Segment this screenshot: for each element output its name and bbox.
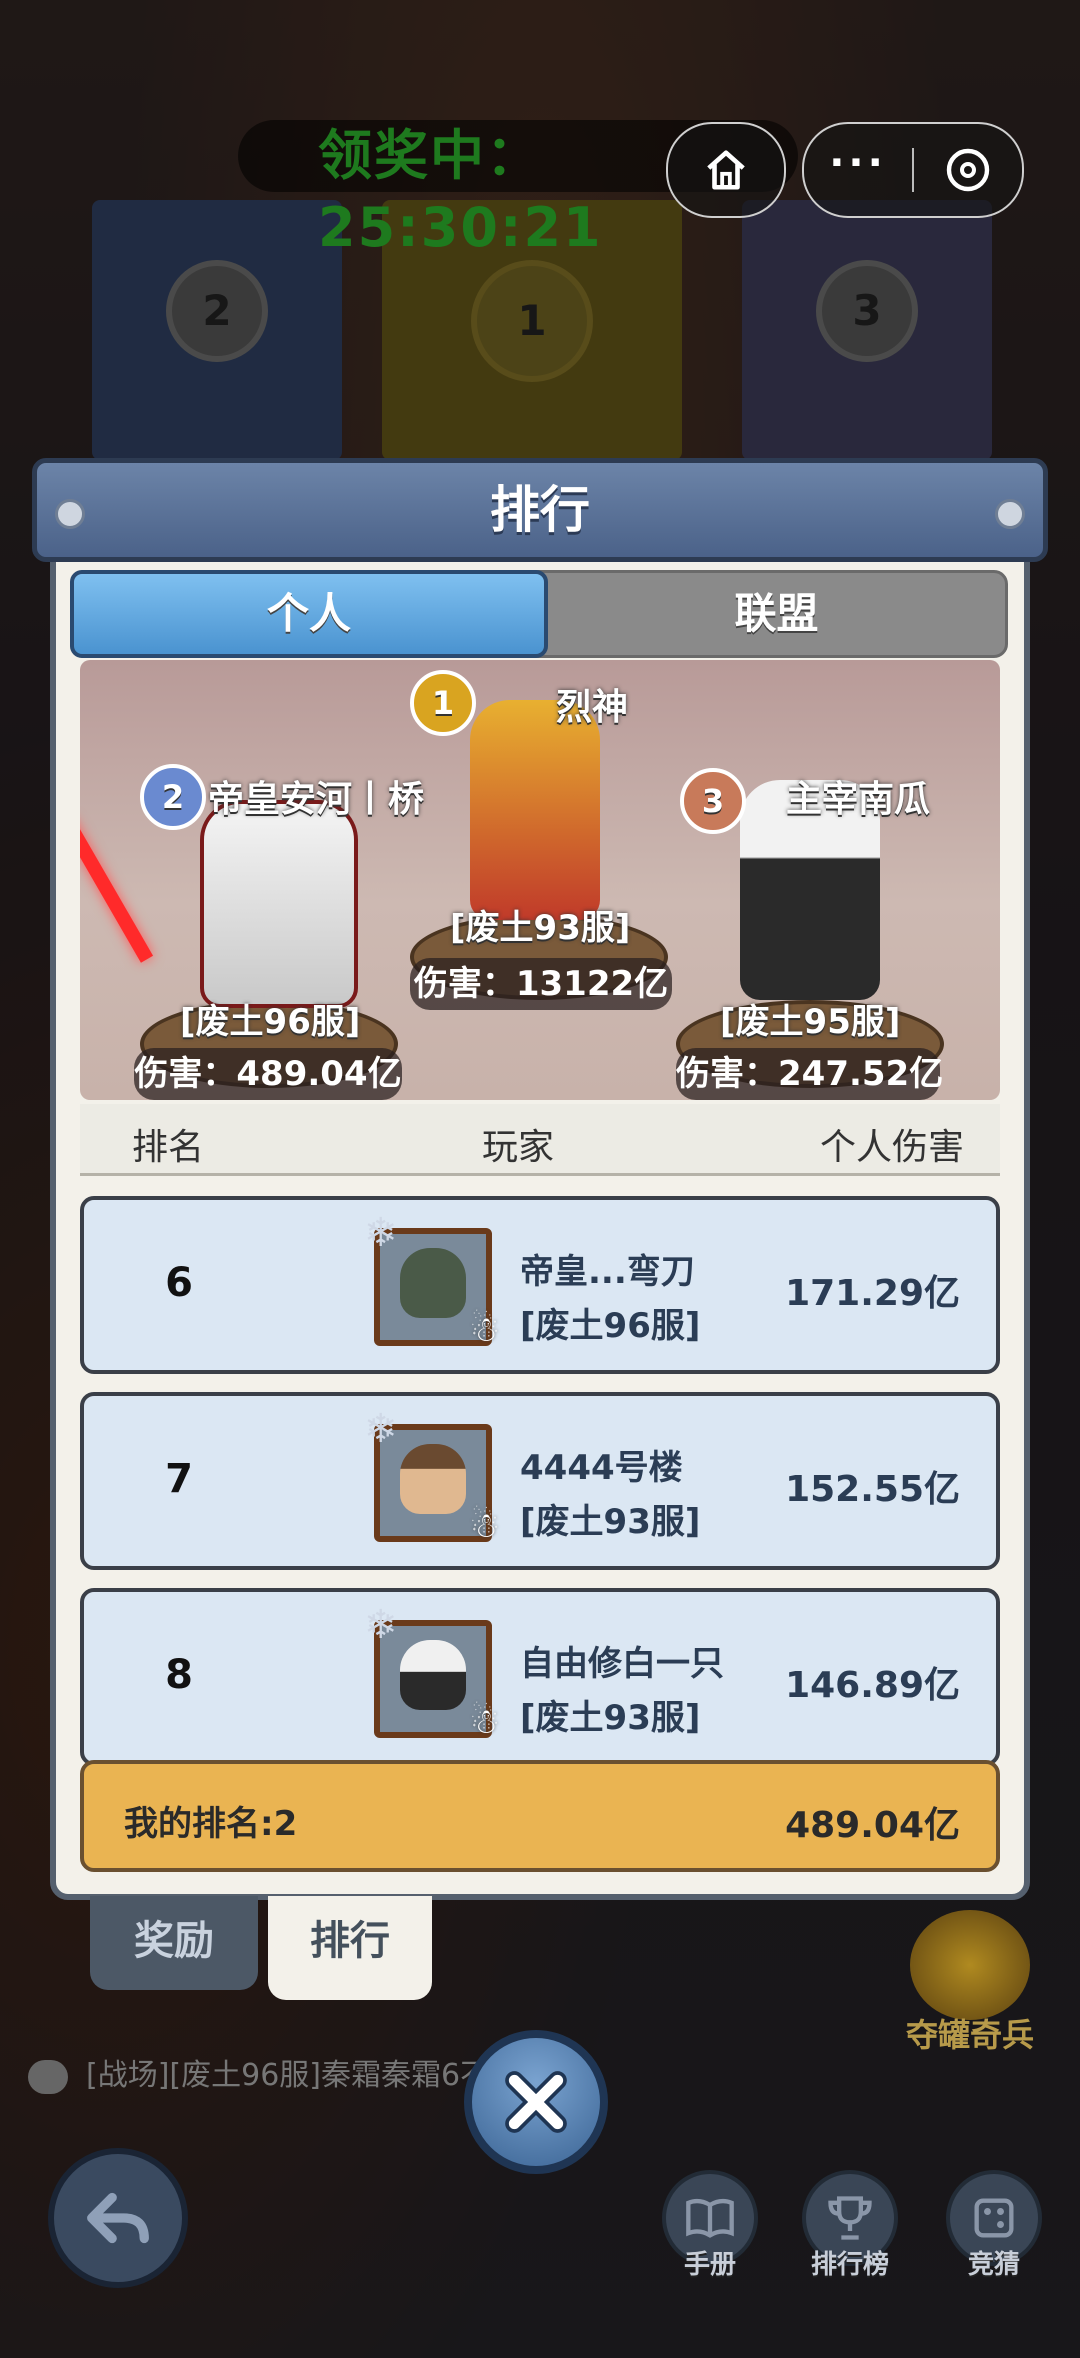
nav-manual-label: 手册 xyxy=(683,2250,736,2280)
row-damage: 152.55亿 xyxy=(785,1469,960,1510)
row-player-name: 帝皇...弯刀 xyxy=(520,1252,695,1292)
nav-leaderboard-label: 排行榜 xyxy=(810,2250,889,2280)
tab-ranking[interactable]: 排行 xyxy=(268,1896,432,2000)
avatar[interactable]: ❄ ☃ xyxy=(364,1406,500,1546)
side-promo[interactable]: 夺罐奇兵 xyxy=(890,1910,1050,2056)
table-header: 排名 玩家 个人伤害 xyxy=(80,1104,1000,1176)
more-options-button[interactable]: ··· xyxy=(804,143,912,183)
row-rank: 7 xyxy=(165,1456,193,1502)
podium-damage-3: 伤害：247.52亿 xyxy=(676,1048,943,1100)
podium-server-3: [废土95服] xyxy=(720,1002,901,1042)
close-button[interactable] xyxy=(464,2030,608,2174)
my-rank-damage: 489.04亿 xyxy=(785,1805,960,1846)
rivet-left xyxy=(55,499,85,529)
chat-bubble-icon xyxy=(28,2059,68,2094)
back-arrow-icon xyxy=(87,2192,149,2244)
row-player-server: [废土93服] xyxy=(520,1698,701,1738)
promo-label: 夺罐奇兵 xyxy=(905,2016,1034,2054)
nav-guess[interactable]: 竞猜 xyxy=(944,2170,1044,2280)
avatar[interactable]: ❄ ☃ xyxy=(364,1602,500,1742)
ranking-list[interactable]: 6 ❄ ☃ 帝皇...弯刀 [废土96服] 171.29亿 7 ❄ ☃ 4444… xyxy=(80,1196,1000,1766)
ranking-tabs: 个人 联盟 xyxy=(70,570,1008,658)
table-row[interactable]: 6 ❄ ☃ 帝皇...弯刀 [废土96服] 171.29亿 xyxy=(80,1196,1000,1374)
back-button[interactable] xyxy=(48,2148,188,2288)
table-row[interactable]: 8 ❄ ☃ 自由修白一只 [废土93服] 146.89亿 xyxy=(80,1588,1000,1766)
podium-name-1: 烈神 xyxy=(556,687,629,728)
tab-personal[interactable]: 个人 xyxy=(70,570,548,658)
podium-damage-1: 伤害：13122亿 xyxy=(410,958,672,1010)
promo-jar-icon xyxy=(910,1910,1030,2020)
my-rank-bar: 我的排名:2 489.04亿 xyxy=(80,1760,1000,1872)
close-icon xyxy=(505,2071,567,2133)
rank-badge-1: 1 xyxy=(410,670,476,736)
header-rank: 排名 xyxy=(132,1127,205,1168)
podium-server-2: [废土96服] xyxy=(180,1002,361,1042)
rank-badge-3: 3 xyxy=(680,768,746,834)
avatar-face xyxy=(400,1444,466,1514)
snowflake-icon: ❄ xyxy=(364,1210,398,1256)
podium-server-1: [废土93服] xyxy=(450,908,631,948)
snowflake-icon: ❄ xyxy=(364,1602,398,1648)
row-player-name: 4444号楼 xyxy=(520,1448,683,1488)
row-player-server: [废土96服] xyxy=(520,1306,701,1346)
character-1-figure xyxy=(470,700,600,920)
podium-damage-2: 伤害：489.04亿 xyxy=(134,1048,402,1100)
nav-manual[interactable]: 手册 xyxy=(660,2170,760,2280)
tab-reward[interactable]: 奖励 xyxy=(90,1896,258,1990)
exit-icon xyxy=(946,148,990,192)
snowman-icon: ☃ xyxy=(469,1702,500,1742)
avatar[interactable]: ❄ ☃ xyxy=(364,1210,500,1350)
snowflake-icon: ❄ xyxy=(364,1406,398,1452)
row-rank: 6 xyxy=(165,1260,193,1306)
exit-button[interactable] xyxy=(914,146,1022,194)
table-row[interactable]: 7 ❄ ☃ 4444号楼 [废土93服] 152.55亿 xyxy=(80,1392,1000,1570)
podium-name-3: 主宰南瓜 xyxy=(786,779,931,820)
panel-header: 排行 xyxy=(32,458,1048,562)
row-damage: 146.89亿 xyxy=(785,1665,960,1706)
header-damage: 个人伤害 xyxy=(819,1127,964,1168)
podium-name-2: 帝皇安河丨桥 xyxy=(208,779,425,820)
top3-podium: 1 烈神 [废土93服] 伤害：13122亿 2 帝皇安河丨桥 [废土96服] … xyxy=(80,660,1000,1100)
home-button[interactable] xyxy=(666,122,786,218)
tab-alliance[interactable]: 联盟 xyxy=(548,573,1005,655)
avatar-face xyxy=(400,1248,466,1318)
row-player-name: 自由修白一只 xyxy=(520,1644,724,1684)
rank-badge-2: 2 xyxy=(140,764,206,830)
header-player: 玩家 xyxy=(482,1127,555,1168)
character-2-figure xyxy=(200,800,358,1008)
avatar-face xyxy=(400,1640,466,1710)
row-rank: 8 xyxy=(165,1652,193,1698)
nav-guess-label: 竞猜 xyxy=(967,2250,1020,2280)
row-damage: 171.29亿 xyxy=(785,1273,960,1314)
snowman-icon: ☃ xyxy=(469,1506,500,1546)
my-rank-label: 我的排名:2 xyxy=(124,1804,298,1844)
nav-leaderboard[interactable]: 排行榜 xyxy=(800,2170,900,2280)
lightsaber-figure xyxy=(80,817,154,963)
mini-program-capsule: ··· xyxy=(802,122,1024,218)
home-icon xyxy=(707,150,745,190)
snowman-icon: ☃ xyxy=(469,1310,500,1350)
panel-title: 排行 xyxy=(490,481,590,539)
rivet-right xyxy=(995,499,1025,529)
row-player-server: [废土93服] xyxy=(520,1502,701,1542)
